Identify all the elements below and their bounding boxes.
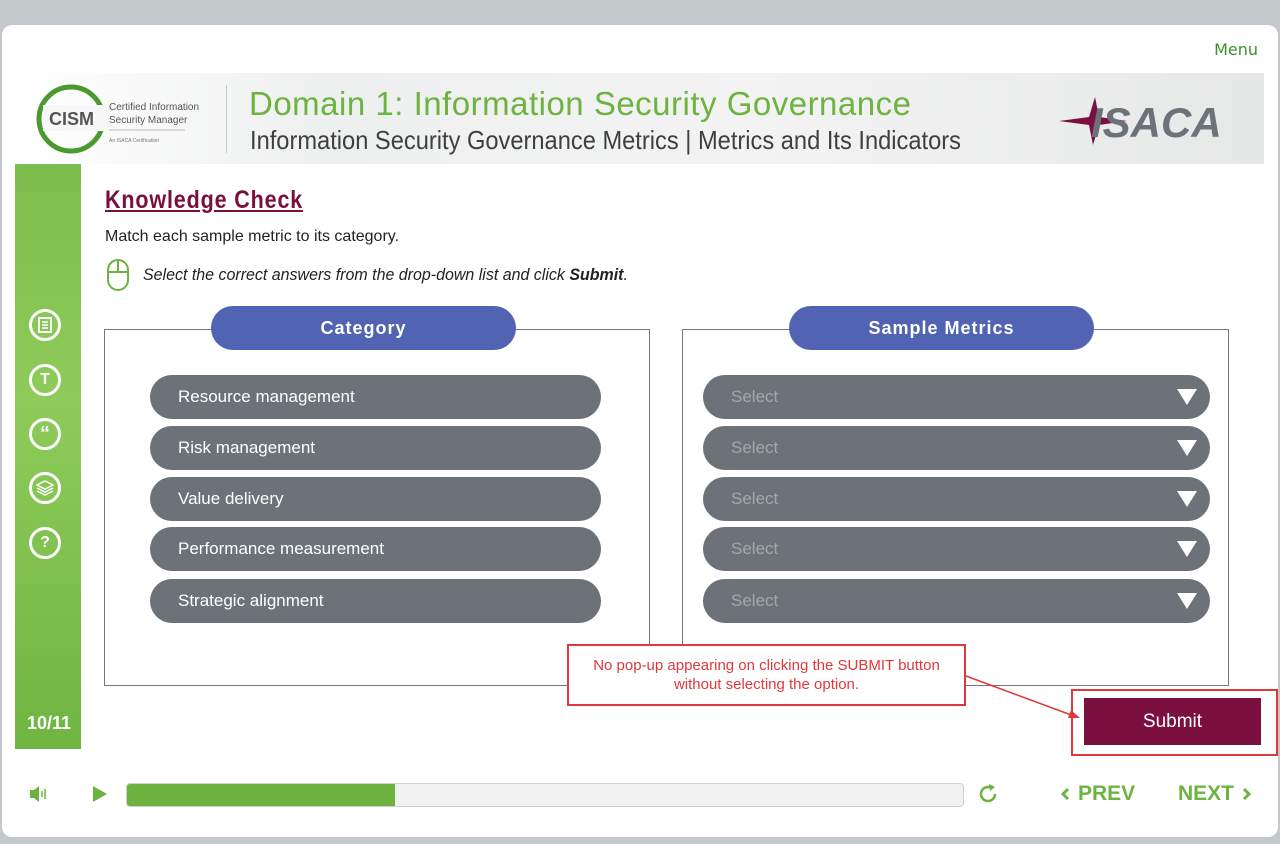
prev-label: PREV (1078, 782, 1136, 805)
chevron-right-icon (1242, 787, 1252, 801)
instruction-text: Match each sample metric to its category… (105, 228, 400, 245)
hint-text: Select the correct answers from the drop… (143, 265, 628, 285)
chevron-left-icon (1060, 787, 1070, 801)
prev-button[interactable]: PREV (1060, 782, 1135, 806)
lesson-subtitle: Information Security Governance Metrics … (250, 125, 961, 155)
dropdown-caret-icon (1177, 440, 1197, 456)
progress-bar[interactable] (126, 783, 964, 807)
isaca-wordmark: ISACA (1091, 99, 1222, 146)
glossary-t-icon[interactable]: T (29, 364, 61, 396)
document-glyph (38, 317, 52, 333)
layers-icon[interactable] (29, 472, 61, 504)
replay-icon[interactable] (976, 782, 1000, 806)
hint-prefix: Select the correct answers from the drop… (143, 265, 570, 284)
document-icon[interactable] (29, 309, 61, 341)
metrics-header: Sample Metrics (789, 306, 1094, 350)
dropdown-caret-icon (1177, 593, 1197, 609)
hint-suffix: . (623, 265, 628, 284)
help-icon[interactable]: ? (29, 527, 61, 559)
dropdown-caret-icon (1177, 491, 1197, 507)
category-item: Resource management (150, 375, 601, 419)
metric-select[interactable]: Select (703, 426, 1210, 470)
layers-glyph (36, 480, 54, 496)
knowledge-check-title: Knowledge Check (105, 186, 304, 214)
category-item: Strategic alignment (150, 579, 601, 623)
annotation-callout: No pop-up appearing on clicking the SUBM… (567, 644, 966, 706)
isaca-logo: ISACA (1059, 97, 1222, 146)
dropdown-caret-icon (1177, 389, 1197, 405)
menu-link[interactable]: Menu (1214, 40, 1258, 59)
header-banner: CISM Certified Information Security Mana… (15, 73, 1264, 164)
volume-icon[interactable] (28, 784, 50, 804)
domain-title: Domain 1: Information Security Governanc… (249, 85, 912, 122)
category-item: Risk management (150, 426, 601, 470)
cism-line3: An ISACA Certification (109, 138, 159, 144)
next-button[interactable]: NEXT (1178, 782, 1252, 806)
dropdown-caret-icon (1177, 541, 1197, 557)
metric-select-value: Select (731, 489, 779, 508)
category-item: Value delivery (150, 477, 601, 521)
cism-line1: Certified Information (109, 102, 199, 113)
category-item: Performance measurement (150, 527, 601, 571)
quote-icon[interactable]: “ (29, 418, 61, 450)
progress-fill (127, 784, 395, 806)
logo-divider (226, 85, 227, 153)
mouse-icon (107, 259, 129, 291)
metric-select[interactable]: Select (703, 477, 1210, 521)
metric-select-value: Select (731, 591, 779, 610)
play-icon[interactable] (91, 784, 109, 804)
cism-line2: Security Manager (109, 115, 188, 126)
cism-abbr: CISM (49, 109, 94, 129)
metric-select-value: Select (731, 539, 779, 558)
metric-select[interactable]: Select (703, 375, 1210, 419)
hint-submit-word: Submit (569, 265, 624, 284)
submit-button[interactable]: Submit (1084, 698, 1261, 745)
next-label: NEXT (1178, 782, 1235, 805)
metric-select-value: Select (731, 387, 779, 406)
metric-select[interactable]: Select (703, 579, 1210, 623)
cism-logo: CISM Certified Information Security Mana… (36, 84, 199, 154)
category-header: Category (211, 306, 516, 350)
annotation-text: No pop-up appearing on clicking the SUBM… (593, 657, 940, 693)
metric-select-value: Select (731, 438, 779, 457)
metric-select[interactable]: Select (703, 527, 1210, 571)
page-counter: 10/11 (27, 713, 72, 733)
sidebar: T “ ? (15, 164, 81, 749)
